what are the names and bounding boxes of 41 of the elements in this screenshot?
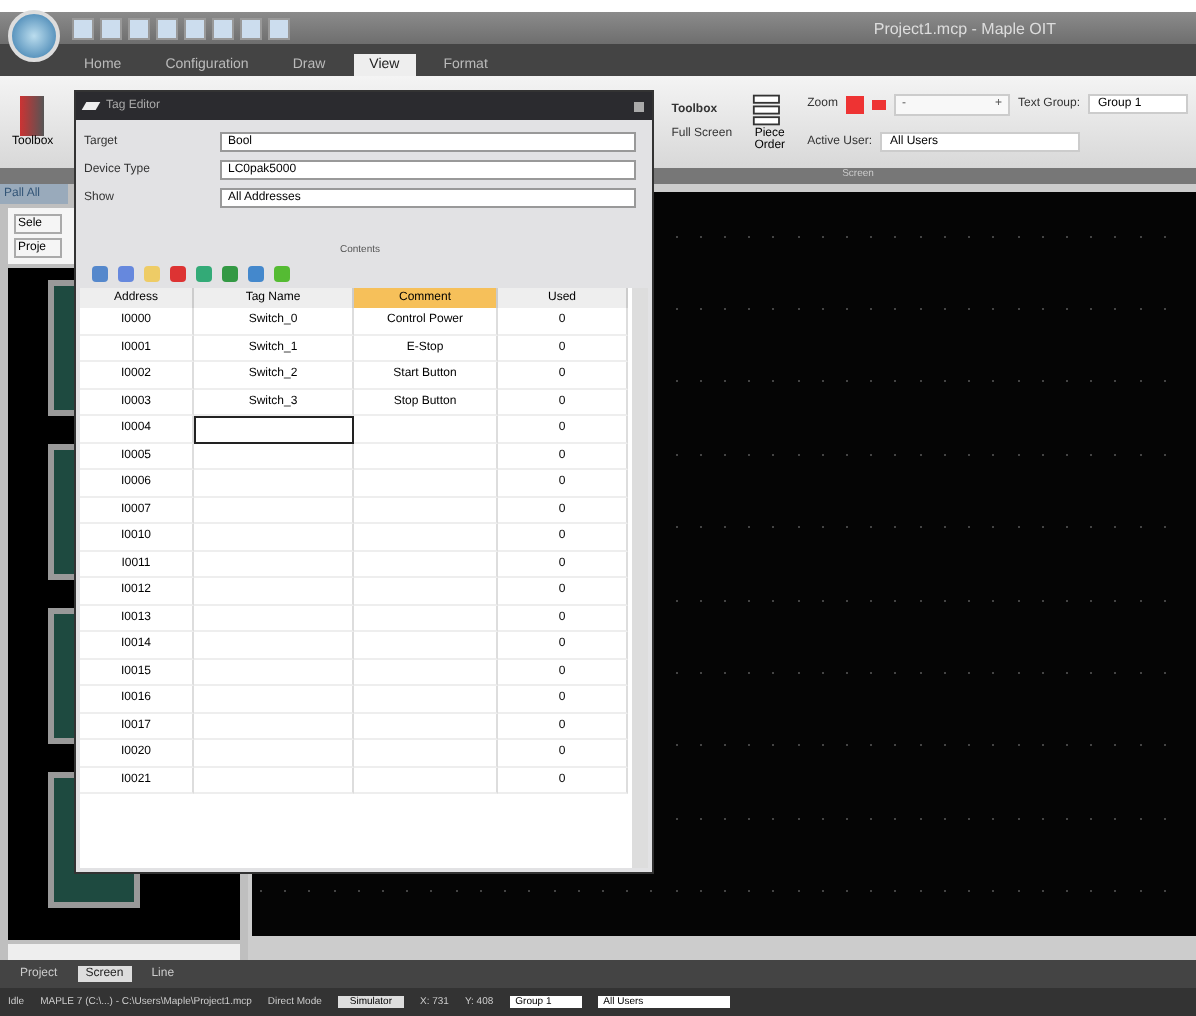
table-cell[interactable] <box>194 659 354 686</box>
table-cell[interactable] <box>194 632 354 659</box>
table-cell[interactable] <box>194 497 354 524</box>
table-cell[interactable] <box>194 524 354 551</box>
toolbar-icon[interactable] <box>240 17 262 39</box>
toolbar-icon[interactable] <box>156 17 178 39</box>
table-cell <box>354 605 498 632</box>
table-cell <box>354 551 498 578</box>
table-cell[interactable] <box>194 686 354 713</box>
table-cell <box>354 713 498 740</box>
toolbar-icon[interactable] <box>128 17 150 39</box>
table-cell <box>354 578 498 605</box>
toolbar-icon[interactable] <box>72 17 94 39</box>
table-cell <box>354 497 498 524</box>
table-cell <box>354 659 498 686</box>
table-cell[interactable] <box>194 416 354 443</box>
scrollbar[interactable] <box>632 288 648 868</box>
table-cell[interactable] <box>194 578 354 605</box>
toolbar-icon[interactable] <box>212 17 234 39</box>
table-cell <box>354 767 498 794</box>
window-title: Project1.mcp - Maple OIT <box>873 19 1056 37</box>
table-cell[interactable] <box>194 767 354 794</box>
table-cell <box>354 632 498 659</box>
scrollbar[interactable] <box>8 944 240 960</box>
table-cell <box>354 443 498 470</box>
table-cell <box>354 524 498 551</box>
table-cell <box>354 686 498 713</box>
app-logo-icon[interactable] <box>8 10 60 62</box>
table-cell <box>354 470 498 497</box>
table-cell <box>354 416 498 443</box>
table-cell[interactable] <box>194 740 354 767</box>
toolbar-icon[interactable] <box>100 17 122 39</box>
table-cell[interactable] <box>194 605 354 632</box>
table-cell[interactable] <box>194 551 354 578</box>
table-cell[interactable] <box>194 713 354 740</box>
table-cell[interactable] <box>194 470 354 497</box>
toolbar-icon[interactable] <box>268 17 290 39</box>
toolbar-icon[interactable] <box>184 17 206 39</box>
table-cell[interactable] <box>194 443 354 470</box>
table-cell <box>354 740 498 767</box>
pencil-icon <box>81 102 101 110</box>
